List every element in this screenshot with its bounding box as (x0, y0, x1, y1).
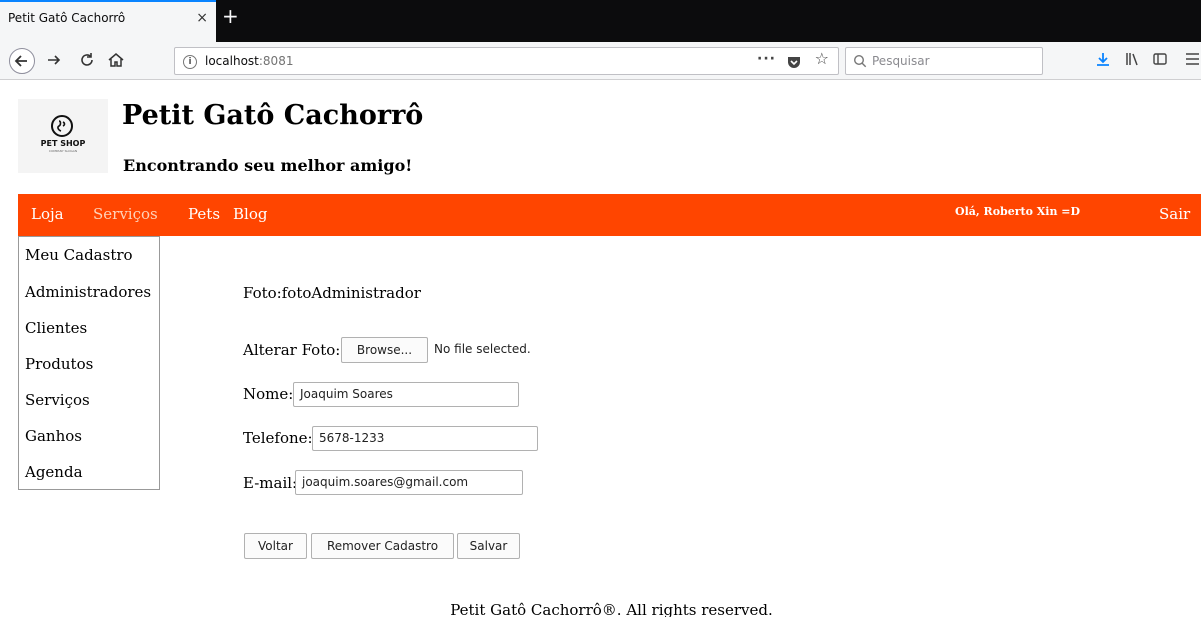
email-input[interactable]: joaquim.soares@gmail.com (295, 470, 523, 495)
menu-item-pets[interactable]: Pets (188, 205, 220, 223)
site-tagline: Encontrando seu melhor amigo! (123, 156, 413, 175)
page-actions-icon[interactable]: ··· (757, 51, 776, 67)
name-input[interactable]: Joaquim Soares (293, 382, 519, 407)
email-label: E-mail: (243, 474, 298, 492)
home-icon (108, 53, 124, 67)
pet-shop-logo[interactable]: PET SHOP COMPANY SLOGAN (18, 99, 108, 173)
site-title: Petit Gatô Cachorrô (122, 100, 424, 131)
tab-title: Petit Gatô Cachorrô (8, 11, 126, 25)
browse-button[interactable]: Browse... (341, 337, 428, 363)
site-info-icon[interactable]: i (183, 55, 197, 69)
forward-arrow-icon (48, 55, 61, 65)
reload-button[interactable] (77, 50, 97, 70)
logo-subtext: COMPANY SLOGAN (48, 149, 78, 153)
url-host: localhost (205, 54, 259, 68)
back-button[interactable] (9, 48, 35, 74)
dropdown-item-administradores[interactable]: Administradores (25, 283, 151, 301)
main-menu: Loja Serviços Pets Blog Olá, Roberto Xin… (18, 194, 1201, 236)
user-greeting: Olá, Roberto Xin =D (955, 205, 1081, 218)
paw-icon (51, 115, 73, 137)
url-text: localhost:8081 (205, 54, 293, 68)
sidebar-icon[interactable] (1152, 51, 1168, 70)
search-placeholder: Pesquisar (872, 54, 930, 68)
servicos-dropdown: Meu Cadastro Administradores Clientes Pr… (18, 236, 160, 490)
bookmark-star-icon[interactable]: ☆ (815, 51, 829, 67)
back-form-button[interactable]: Voltar (244, 533, 307, 559)
save-button[interactable]: Salvar (457, 533, 520, 559)
dropdown-item-produtos[interactable]: Produtos (25, 355, 93, 373)
browser-tab[interactable]: Petit Gatô Cachorrô × (0, 0, 216, 42)
file-status: No file selected. (434, 342, 531, 356)
forward-button[interactable] (44, 50, 64, 70)
reload-icon (81, 53, 93, 66)
menu-item-servicos[interactable]: Serviços (93, 205, 158, 223)
logout-link[interactable]: Sair (1159, 205, 1190, 223)
dropdown-item-ganhos[interactable]: Ganhos (25, 427, 82, 445)
url-bar[interactable]: i localhost:8081 ··· ☆ (174, 47, 839, 75)
search-icon (853, 54, 867, 68)
download-icon[interactable] (1095, 51, 1111, 70)
dropdown-item-meu-cadastro[interactable]: Meu Cadastro (25, 246, 133, 264)
url-port: :8081 (258, 54, 294, 68)
dropdown-item-agenda[interactable]: Agenda (25, 463, 83, 481)
logo-text: PET SHOP (40, 139, 86, 148)
phone-label: Telefone: (243, 429, 313, 447)
change-photo-label: Alterar Foto: (243, 341, 341, 359)
tab-close-icon[interactable]: × (196, 11, 208, 25)
menu-item-loja[interactable]: Loja (31, 205, 64, 223)
home-button[interactable] (106, 50, 126, 70)
footer-copyright: Petit Gatô Cachorrô®. All rights reserve… (450, 601, 773, 617)
library-icon[interactable] (1124, 51, 1140, 70)
hamburger-menu-icon[interactable] (1185, 51, 1199, 70)
browser-tab-bar: Petit Gatô Cachorrô × + (0, 0, 1201, 42)
name-label: Nome: (243, 385, 294, 403)
phone-input[interactable]: 5678-1233 (312, 426, 538, 451)
remove-account-button[interactable]: Remover Cadastro (311, 533, 454, 559)
photo-field: Foto:fotoAdministrador (243, 284, 421, 302)
dropdown-item-servicos[interactable]: Serviços (25, 391, 90, 409)
new-tab-icon[interactable]: + (222, 6, 239, 26)
pocket-icon[interactable] (786, 54, 802, 74)
dropdown-item-clientes[interactable]: Clientes (25, 319, 87, 337)
browser-nav-bar: i localhost:8081 ··· ☆ Pesquisar (0, 42, 1201, 80)
back-arrow-icon (14, 55, 27, 67)
search-bar[interactable]: Pesquisar (845, 47, 1043, 75)
menu-item-blog[interactable]: Blog (233, 205, 267, 223)
